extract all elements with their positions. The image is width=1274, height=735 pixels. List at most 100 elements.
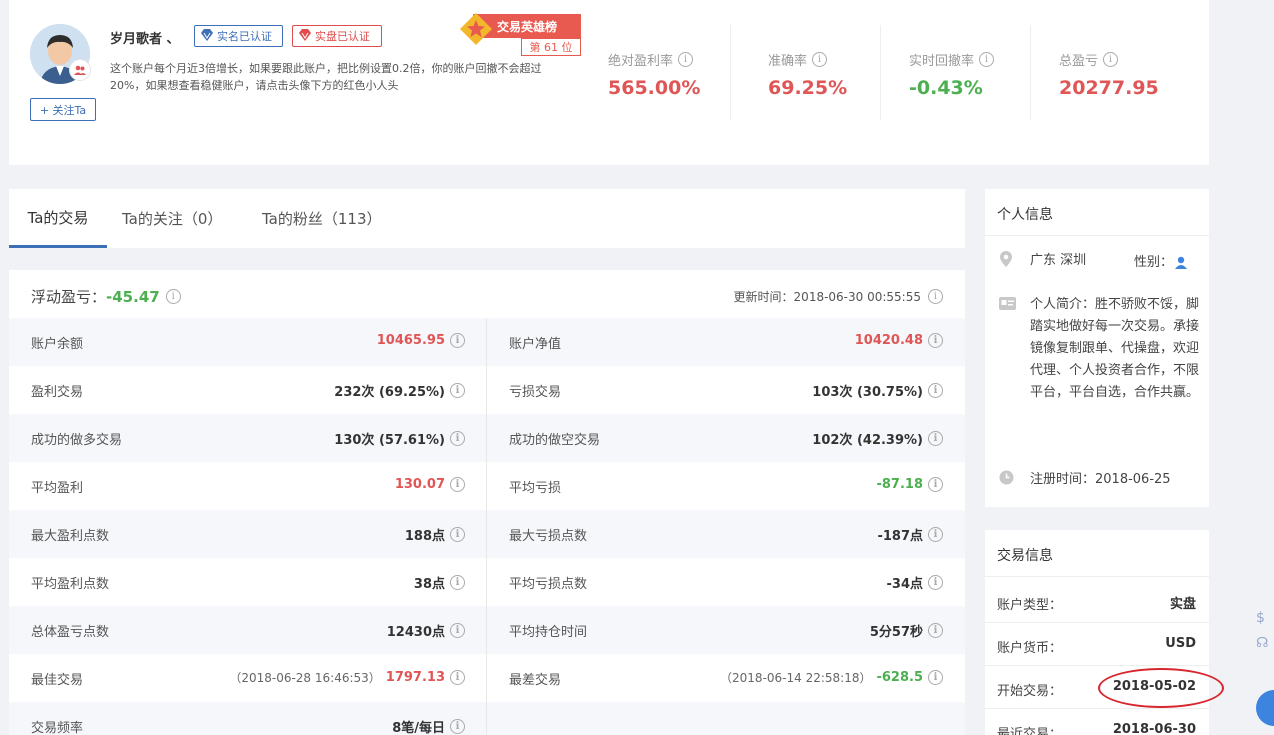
stats-row: 账户余额 10465.95 i 账户净值 10420.48 i xyxy=(9,318,965,366)
info-icon[interactable]: i xyxy=(928,383,943,398)
stats-row: 成功的做多交易 130次 (57.61%) i 成功的做空交易 102次 (42.39%… xyxy=(9,414,965,462)
info-icon[interactable]: i xyxy=(928,575,943,590)
info-icon[interactable]: i xyxy=(979,52,995,67)
diamond-icon xyxy=(200,28,214,44)
tab-fans[interactable]: Ta的粉丝（113） xyxy=(262,189,382,248)
hero-ranking-badge[interactable]: 交易英雄榜 第 61 位 xyxy=(459,12,584,60)
stat-label: 最差交易 xyxy=(509,673,562,688)
stat-value: 38点 i xyxy=(414,573,465,592)
info-icon[interactable]: i xyxy=(450,670,465,685)
trade-info-row: 账户货币： USD xyxy=(985,623,1209,666)
info-icon[interactable]: i xyxy=(812,52,828,67)
stats-row: 交易频率 8笔/每日 i xyxy=(9,702,965,735)
trade-info-row: 最近交易： 2018-06-30 xyxy=(985,709,1209,735)
stat-value: 12430点 i xyxy=(387,621,465,640)
stat-total-pnl: 总盈亏 i 20277.95 xyxy=(1059,52,1159,99)
location-pin-icon xyxy=(1000,251,1012,267)
stat-value: 10465.95 i xyxy=(377,333,465,348)
info-icon[interactable]: i xyxy=(928,431,943,446)
stat-divider xyxy=(1030,25,1031,120)
stat-label: 平均亏损点数 xyxy=(509,577,588,592)
personal-info-card: 个人信息 广东 深圳 性别： 个人简介：胜不骄败不馁，脚踏实地做好每一次交易。承… xyxy=(985,189,1209,507)
dollar-icon[interactable]: $ xyxy=(1256,610,1265,626)
stats-row: 盈利交易 232次 (69.25%) i 亏损交易 103次 (30.75%) i xyxy=(9,366,965,414)
tab-bar: Ta的交易 Ta的关注（0） Ta的粉丝（113） xyxy=(9,189,965,248)
stat-value: 130次 (57.61%) i xyxy=(334,429,465,448)
info-icon[interactable]: i xyxy=(450,623,465,638)
stat-value: （2018-06-14 22:58:18） -628.5 i xyxy=(720,669,943,686)
stat-label: 平均持仓时间 xyxy=(509,625,588,640)
clock-icon xyxy=(999,470,1014,485)
personal-info-title: 个人信息 xyxy=(997,207,1053,223)
stat-value: 103次 (30.75%) i xyxy=(812,381,943,400)
realname-verified-badge: 实名已认证 xyxy=(194,25,283,47)
stat-label: 账户净值 xyxy=(509,337,562,352)
stat-value: 5分57秒 i xyxy=(870,621,943,640)
bio: 个人简介：胜不骄败不馁，脚踏实地做好每一次交易。承接镜像复制跟单、代操盘，欢迎代… xyxy=(1030,297,1200,400)
stat-value: 130.07 i xyxy=(395,477,465,492)
stats-row: 最大盈利点数 188点 i 最大亏损点数 -187点 i xyxy=(9,510,965,558)
stat-label: 平均盈利 xyxy=(31,481,84,496)
stat-value: 232次 (69.25%) i xyxy=(334,381,465,400)
profile-card: + 关注Ta 岁月歌者 、 实名已认证 实盘已认证 这个账户每个月近3倍增长，如… xyxy=(9,0,1209,165)
stat-label: 成功的做多交易 xyxy=(31,433,123,448)
info-icon[interactable]: i xyxy=(928,623,943,638)
stat-value: 10420.48 i xyxy=(855,333,943,348)
info-icon[interactable]: i xyxy=(450,719,465,734)
stat-label: 亏损交易 xyxy=(509,385,562,400)
info-icon[interactable]: i xyxy=(928,670,943,685)
info-icon[interactable]: i xyxy=(165,289,181,304)
male-user-icon xyxy=(1175,256,1187,269)
stat-absolute-profit-rate: 绝对盈利率 i 565.00% xyxy=(608,52,701,99)
tab-following[interactable]: Ta的关注（0） xyxy=(122,189,222,248)
headset-icon[interactable]: ☊ xyxy=(1256,635,1268,651)
stat-divider xyxy=(880,25,881,120)
hero-rank: 第 61 位 xyxy=(521,38,581,56)
stat-label: 交易频率 xyxy=(31,721,84,735)
stat-label: 平均盈利点数 xyxy=(31,577,110,592)
trade-info-row: 账户类型： 实盘 xyxy=(985,580,1209,623)
info-icon[interactable]: i xyxy=(450,383,465,398)
floating-pnl-value: -45.47 xyxy=(106,287,160,306)
user-group-icon[interactable] xyxy=(69,59,91,81)
username: 岁月歌者 、 xyxy=(110,32,180,47)
register-time: 注册时间：2018-06-25 xyxy=(1030,472,1171,487)
gender-label: 性别： xyxy=(1134,255,1174,270)
info-icon[interactable]: i xyxy=(928,477,943,492)
stat-label: 总体盈亏点数 xyxy=(31,625,110,640)
follow-button[interactable]: + 关注Ta xyxy=(30,98,96,121)
update-time: 更新时间：2018-06-30 00:55:55 xyxy=(733,290,921,304)
stat-value: 188点 i xyxy=(405,525,465,544)
info-icon[interactable]: i xyxy=(1103,52,1119,67)
tab-trades[interactable]: Ta的交易 xyxy=(9,189,107,248)
stats-row: 平均盈利点数 38点 i 平均亏损点数 -34点 i xyxy=(9,558,965,606)
stat-label: 盈利交易 xyxy=(31,385,84,400)
star-icon xyxy=(460,13,492,45)
info-icon[interactable]: i xyxy=(928,289,943,304)
info-icon[interactable]: i xyxy=(450,431,465,446)
stat-drawdown: 实时回撤率 i -0.43% xyxy=(909,50,995,99)
info-icon[interactable]: i xyxy=(450,333,465,348)
stat-value: （2018-06-28 16:46:53） 1797.13 i xyxy=(229,669,465,686)
stat-label: 账户余额 xyxy=(31,337,84,352)
floating-pnl-row: 浮动盈亏： -45.47 i 更新时间：2018-06-30 00:55:55 … xyxy=(9,270,965,318)
stat-value: 8笔/每日 i xyxy=(392,717,465,735)
info-icon[interactable]: i xyxy=(450,527,465,542)
diamond-icon xyxy=(298,28,312,44)
floating-action-button[interactable] xyxy=(1256,690,1274,726)
realaccount-verified-badge: 实盘已认证 xyxy=(292,25,382,47)
stat-value: -187点 i xyxy=(877,525,943,544)
info-icon[interactable]: i xyxy=(450,575,465,590)
info-icon[interactable]: i xyxy=(450,477,465,492)
trade-info-title: 交易信息 xyxy=(997,548,1053,564)
info-icon[interactable]: i xyxy=(678,52,694,67)
stat-accuracy: 准确率 i 69.25% xyxy=(768,52,848,99)
profile-description: 这个账户每个月近3倍增长，如果要跟此账户，把比例设置0.2倍，你的账户回撤不会超… xyxy=(110,62,542,92)
floating-pnl-label: 浮动盈亏： xyxy=(31,288,107,306)
column-divider xyxy=(486,318,487,735)
stat-label: 最大盈利点数 xyxy=(31,529,110,544)
id-card-icon xyxy=(999,297,1016,310)
info-icon[interactable]: i xyxy=(928,333,943,348)
stat-value: -34点 i xyxy=(887,573,943,592)
info-icon[interactable]: i xyxy=(928,527,943,542)
